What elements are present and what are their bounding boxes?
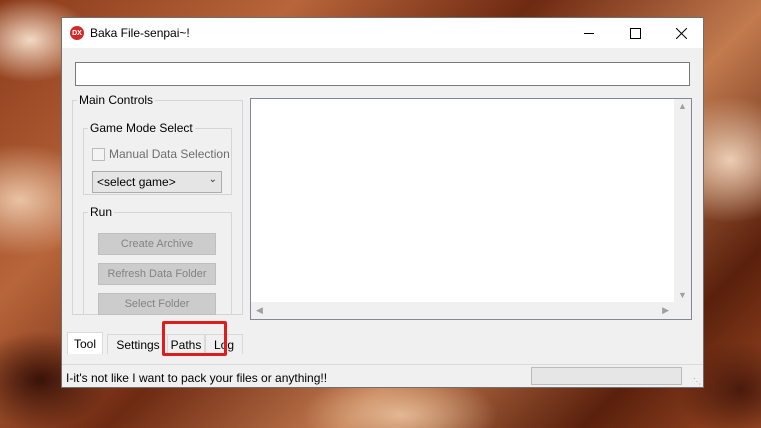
status-text: I-it's not like I want to pack your file… xyxy=(66,371,328,385)
tab-tool[interactable]: Tool xyxy=(67,332,103,354)
resize-grip-icon[interactable]: ⋱ xyxy=(693,377,701,386)
status-bar: I-it's not like I want to pack your file… xyxy=(62,364,703,388)
status-progress-bar xyxy=(531,367,682,385)
manual-data-selection-checkbox[interactable]: Manual Data Selection xyxy=(92,147,230,161)
chevron-down-icon: ⌄ xyxy=(208,174,217,185)
horizontal-scrollbar[interactable]: ◀ ▶ xyxy=(251,302,674,319)
vertical-scrollbar[interactable]: ▲ ▼ xyxy=(674,99,691,302)
game-select-value: <select game> xyxy=(97,175,176,189)
game-mode-group: Game Mode Select Manual Data Selection <… xyxy=(83,121,232,195)
title-bar[interactable]: DX Baka File-senpai~! xyxy=(62,18,703,48)
path-input[interactable] xyxy=(75,62,690,86)
main-controls-legend: Main Controls xyxy=(79,93,154,107)
create-archive-button[interactable]: Create Archive xyxy=(98,233,216,255)
app-icon: DX xyxy=(70,26,84,40)
game-mode-legend: Game Mode Select xyxy=(90,121,193,135)
app-window: DX Baka File-senpai~! Main Controls Game… xyxy=(61,17,704,388)
refresh-data-folder-button[interactable]: Refresh Data Folder xyxy=(98,263,216,285)
maximize-button[interactable] xyxy=(612,18,658,48)
scrollbar-corner xyxy=(674,302,691,319)
close-button[interactable] xyxy=(658,18,704,48)
manual-data-selection-label: Manual Data Selection xyxy=(109,147,230,161)
select-folder-button[interactable]: Select Folder xyxy=(98,293,216,315)
settings-tab-highlight xyxy=(162,321,227,356)
scroll-right-icon[interactable]: ▶ xyxy=(662,305,669,316)
close-icon xyxy=(675,27,687,39)
app-icon-label: DX xyxy=(72,29,82,37)
minimize-icon xyxy=(584,32,594,34)
scroll-up-icon[interactable]: ▲ xyxy=(678,101,687,111)
window-title: Baka File-senpai~! xyxy=(90,26,190,40)
scroll-left-icon[interactable]: ◀ xyxy=(256,305,263,316)
main-controls-group: Main Controls Game Mode Select Manual Da… xyxy=(72,93,243,315)
tab-settings[interactable]: Settings xyxy=(107,334,169,354)
maximize-icon xyxy=(629,27,641,39)
run-group: Run Create Archive Refresh Data Folder S… xyxy=(83,205,232,315)
minimize-button[interactable] xyxy=(566,18,612,48)
run-legend: Run xyxy=(90,205,113,219)
game-select[interactable]: <select game> ⌄ xyxy=(92,171,222,193)
scroll-down-icon[interactable]: ▼ xyxy=(678,290,687,300)
checkbox-box[interactable] xyxy=(92,147,105,161)
log-output-area[interactable]: ▲ ▼ ◀ ▶ xyxy=(250,98,692,320)
